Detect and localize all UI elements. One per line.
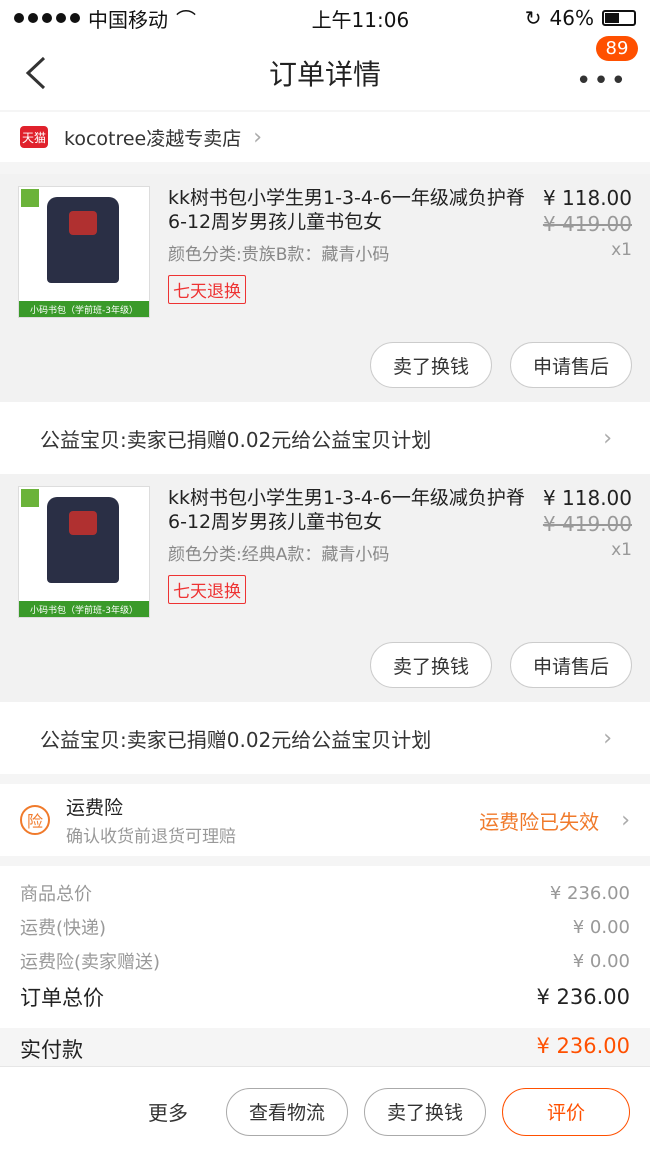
charity-row[interactable]: 公益宝贝:卖家已捐赠0.02元给公益宝贝计划 › <box>0 702 650 774</box>
summary-row: 运费险(卖家赠送) ¥ 0.00 <box>20 944 630 978</box>
backpack-image <box>47 197 119 283</box>
status-left: 中国移动 ⌒ <box>14 4 196 33</box>
summary-label: 运费险(卖家赠送) <box>20 952 161 973</box>
message-badge: 89 <box>596 36 638 61</box>
product-sku: 颜色分类:贵族B款：藏青小码 <box>168 245 390 265</box>
chevron-right-icon: › <box>253 124 263 150</box>
back-icon[interactable] <box>22 56 50 90</box>
order-total-row: 订单总价 ¥ 236.00 <box>20 978 630 1016</box>
order-item[interactable]: 小码书包（学前班-3年级） kk树书包小学生男1-3-4-6一年级减负护脊6-1… <box>0 474 650 702</box>
return-policy-tag: 七天退换 <box>168 275 246 304</box>
order-item[interactable]: 小码书包（学前班-3年级） kk树书包小学生男1-3-4-6一年级减负护脊6-1… <box>0 174 650 402</box>
chevron-right-icon: › <box>621 807 630 833</box>
sell-button[interactable]: 卖了换钱 <box>369 642 492 688</box>
battery-percent: 46% <box>549 6 594 30</box>
paid-label: 实付款 <box>20 1038 83 1062</box>
summary-row: 运费(快递) ¥ 0.00 <box>20 910 630 944</box>
return-policy-tag: 七天退换 <box>168 575 246 604</box>
brand-leaf-icon <box>21 189 39 207</box>
more-button[interactable]: 更多 <box>148 1097 188 1126</box>
chevron-right-icon: › <box>603 425 612 451</box>
after-sale-button[interactable]: 申请售后 <box>509 342 632 388</box>
charity-text: 公益宝贝:卖家已捐赠0.02元给公益宝贝计划 <box>40 427 432 452</box>
paid-row: 实付款 ¥ 236.00 <box>20 1034 630 1064</box>
more-menu-icon[interactable]: ••• <box>576 66 628 96</box>
summary-value: ¥ 236.00 <box>549 882 630 904</box>
nav-bar: 订单详情 ••• 89 <box>0 36 650 110</box>
original-price: ¥ 419.00 <box>542 512 632 536</box>
bottom-action-bar: 更多 查看物流 卖了换钱 评价 <box>0 1066 650 1156</box>
summary-value: ¥ 0.00 <box>572 916 630 938</box>
insurance-desc: 确认收货前退货可理赔 <box>66 827 236 847</box>
shipping-insurance-row[interactable]: 险 运费险 确认收货前退货可理赔 运费险已失效 › <box>0 784 650 856</box>
order-total-label: 订单总价 <box>20 986 104 1010</box>
charity-text: 公益宝贝:卖家已捐赠0.02元给公益宝贝计划 <box>40 727 432 752</box>
insurance-title: 运费险 <box>66 797 124 819</box>
status-time: 上午11:06 <box>311 7 410 32</box>
review-button[interactable]: 评价 <box>502 1087 630 1136</box>
after-sale-button[interactable]: 申请售后 <box>509 642 632 688</box>
product-price: ¥ 118.00 <box>542 486 632 510</box>
chevron-right-icon: › <box>603 725 612 751</box>
product-title[interactable]: kk树书包小学生男1-3-4-6一年级减负护脊6-12周岁男孩儿童书包女 <box>168 186 528 234</box>
page-title: 订单详情 <box>268 58 381 91</box>
thumb-strip-label: 小码书包（学前班-3年级） <box>19 301 149 317</box>
brand-leaf-icon <box>21 489 39 507</box>
signal-icon <box>14 13 80 23</box>
tmall-logo: 天猫 <box>20 126 48 148</box>
original-price: ¥ 419.00 <box>542 212 632 236</box>
product-qty: x1 <box>611 240 632 260</box>
order-total-value: ¥ 236.00 <box>536 985 630 1009</box>
summary-label: 运费(快递) <box>20 918 107 939</box>
sell-button[interactable]: 卖了换钱 <box>369 342 492 388</box>
battery-icon <box>601 10 636 26</box>
insurance-icon: 险 <box>20 805 50 835</box>
product-image[interactable]: 小码书包（学前班-3年级） <box>18 486 150 618</box>
summary-row: 商品总价 ¥ 236.00 <box>20 876 630 910</box>
carrier-label: 中国移动 <box>88 7 168 32</box>
paid-value: ¥ 236.00 <box>536 1034 630 1058</box>
sell-button[interactable]: 卖了换钱 <box>363 1087 486 1136</box>
store-row[interactable]: 天猫 kocotree凌越专卖店 › <box>0 112 650 162</box>
status-bar: 中国移动 ⌒ 上午11:06 ↻ 46% <box>0 0 650 36</box>
thumb-strip-label: 小码书包（学前班-3年级） <box>19 601 149 617</box>
status-right: ↻ 46% <box>525 6 636 30</box>
summary-value: ¥ 0.00 <box>572 950 630 972</box>
backpack-image <box>47 497 119 583</box>
view-logistics-button[interactable]: 查看物流 <box>225 1087 348 1136</box>
price-summary: 商品总价 ¥ 236.00 运费(快递) ¥ 0.00 运费险(卖家赠送) ¥ … <box>0 866 650 1062</box>
product-sku: 颜色分类:经典A款：藏青小码 <box>168 545 390 565</box>
product-title[interactable]: kk树书包小学生男1-3-4-6一年级减负护脊6-12周岁男孩儿童书包女 <box>168 486 528 534</box>
summary-label: 商品总价 <box>20 884 92 905</box>
insurance-status: 运费险已失效 <box>479 809 600 834</box>
store-name: kocotree凌越专卖店 <box>64 127 242 150</box>
product-qty: x1 <box>611 540 632 560</box>
orientation-lock-icon: ↻ <box>524 6 542 30</box>
product-price: ¥ 118.00 <box>542 186 632 210</box>
charity-row[interactable]: 公益宝贝:卖家已捐赠0.02元给公益宝贝计划 › <box>0 402 650 474</box>
product-image[interactable]: 小码书包（学前班-3年级） <box>18 186 150 318</box>
wifi-icon: ⌒ <box>176 7 196 32</box>
